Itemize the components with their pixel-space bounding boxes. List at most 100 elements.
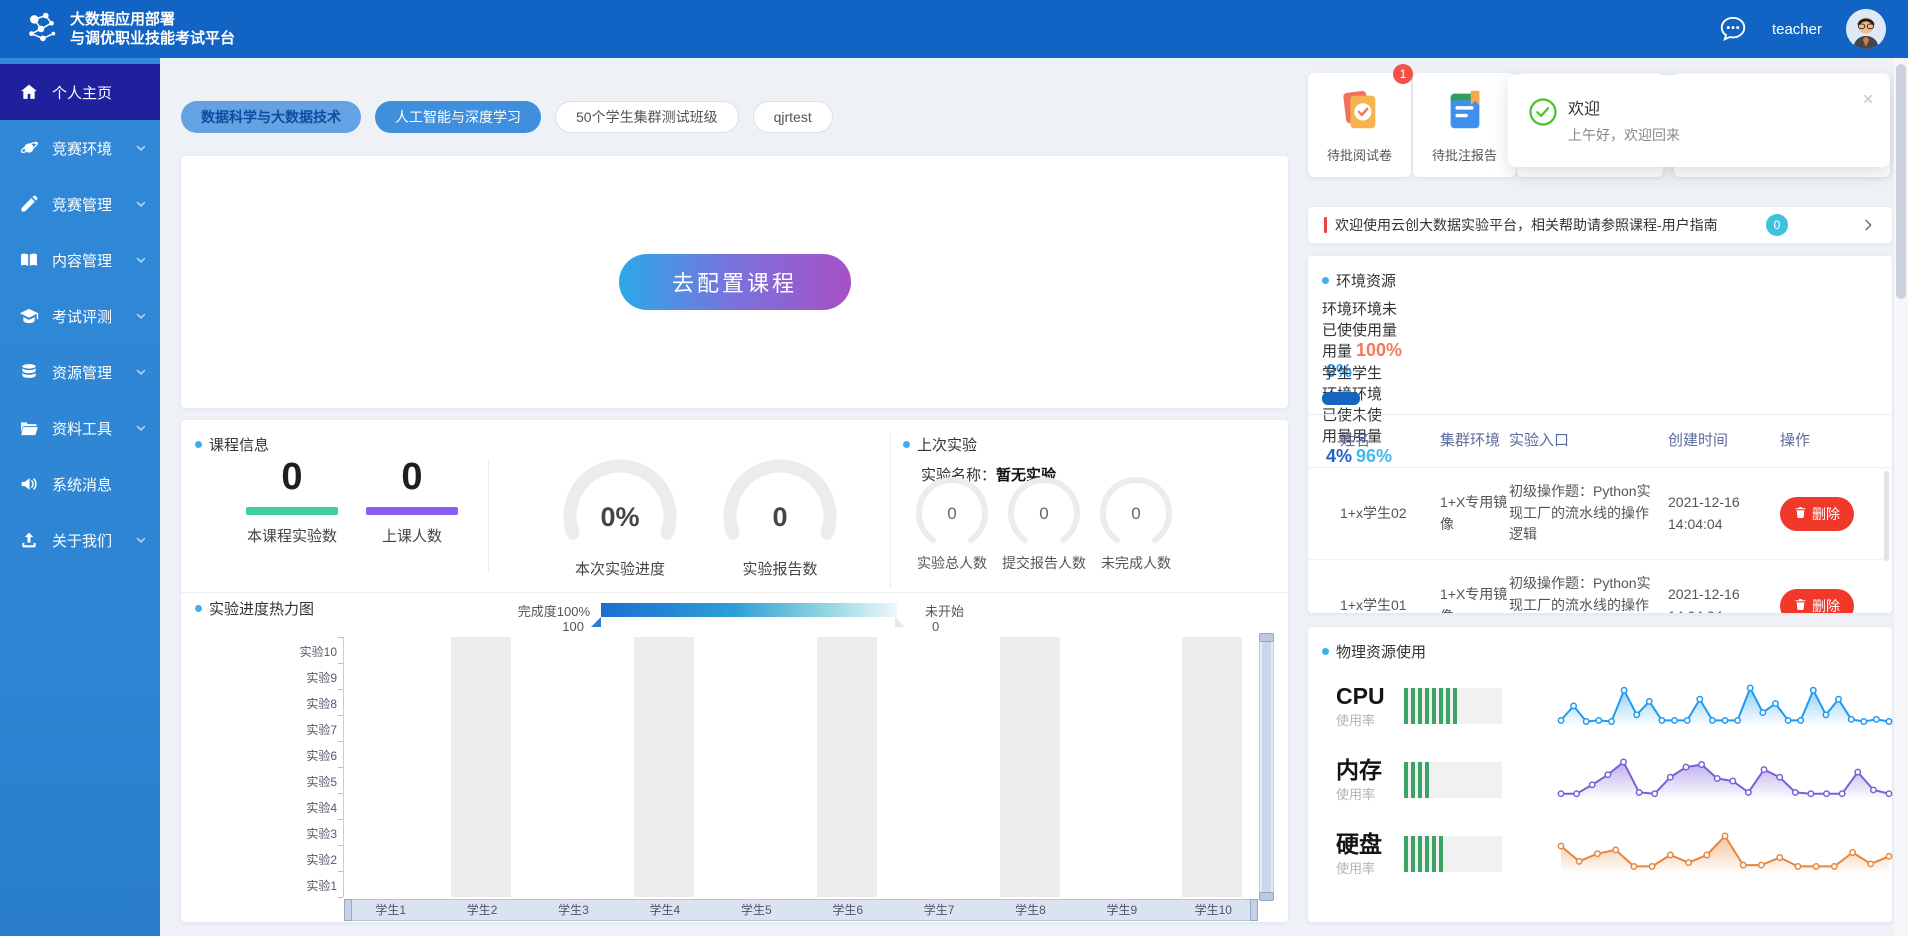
configure-course-button[interactable]: 去配置课程 [619, 254, 851, 310]
notice-badge: 0 [1766, 214, 1788, 236]
tab-class-1[interactable]: 人工智能与深度学习 [375, 101, 541, 133]
heatmap-plot [344, 637, 1258, 897]
sidebar-item-label: 关于我们 [52, 530, 112, 551]
colorbar-handle-min[interactable] [895, 617, 905, 627]
graduation-cap-icon [18, 305, 40, 327]
stat-value: 0 [352, 456, 472, 499]
delete-button[interactable]: 删除 [1780, 589, 1854, 613]
heatmap-colorbar[interactable] [601, 603, 897, 617]
env-free-label: 环境未使用量100% [1352, 298, 1402, 361]
env-free-value: 100% [1356, 340, 1402, 360]
report-icon [1442, 87, 1488, 138]
messages-icon[interactable] [1718, 14, 1748, 44]
app-title-line2: 与调优职业技能考试平台 [70, 29, 235, 49]
scrollbar-handle-right[interactable] [1250, 899, 1258, 921]
page-scrollbar-thumb[interactable] [1896, 64, 1906, 299]
sidebar-item-5[interactable]: 资源管理 [0, 344, 160, 400]
tab-class-0[interactable]: 数据科学与大数据技术 [181, 101, 361, 133]
heatmap-y-scrollbar[interactable] [1259, 637, 1274, 897]
tab-class-3[interactable]: qjrtest [753, 101, 833, 133]
quick-card-0[interactable]: 待批阅试卷 1 [1308, 73, 1411, 177]
sidebar-item-1[interactable]: 竞赛环境 [0, 120, 160, 176]
svg-text:0%: 0% [600, 502, 639, 532]
sidebar-item-3[interactable]: 内容管理 [0, 232, 160, 288]
heatmap-y-label: 实验5 [281, 773, 337, 790]
heatmap-column-stripe [1182, 637, 1242, 897]
home-icon [18, 81, 40, 103]
chevron-down-icon [134, 141, 148, 155]
table-header-cell[interactable]: 姓名 [1340, 431, 1440, 451]
cell-name: 1+x学生02 [1340, 503, 1440, 525]
sidebar-item-6[interactable]: 资料工具 [0, 400, 160, 456]
gauge-1: 0 实验报告数 [705, 456, 855, 579]
axis-tick [338, 767, 343, 768]
exam-icon [1337, 87, 1383, 138]
axis-tick [338, 689, 343, 690]
cell-env: 1+X专用镜像 [1440, 492, 1509, 535]
table-header-cell[interactable]: 实验入口 [1509, 431, 1668, 451]
env-resources-card: 环境资源 环境已使用量0% 环境未使用量100% 学生环境已使用量4% 学生环境… [1308, 256, 1892, 613]
scrollbar-handle-top[interactable] [1259, 633, 1274, 642]
heatmap-x-scrollbar[interactable]: 学生1学生2学生3学生4学生5学生6学生7学生8学生9学生10 [344, 899, 1258, 921]
resource-title: CPU [1336, 683, 1394, 709]
usage-gauge [1404, 762, 1502, 798]
sidebar-item-7[interactable]: 系统消息 [0, 456, 160, 512]
stat-label: 本课程实验数 [232, 525, 352, 546]
divider [488, 460, 489, 572]
cell-entry[interactable]: 初级操作题：Python实现工厂的流水线的操作逻辑 [1509, 573, 1668, 613]
env-progress-used [1322, 392, 1360, 405]
usage-gauge [1404, 688, 1502, 724]
cell-created: 2021-12-16 14:04:04 [1668, 584, 1780, 613]
close-icon[interactable]: ✕ [1862, 91, 1874, 108]
delete-button[interactable]: 删除 [1780, 497, 1854, 531]
divider [890, 432, 891, 588]
sidebar-item-label: 考试评测 [52, 306, 112, 327]
avatar[interactable] [1846, 9, 1886, 49]
sidebar-item-4[interactable]: 考试评测 [0, 288, 160, 344]
heatmap-legend-min-value: 0 [932, 619, 939, 634]
sidebar-item-8[interactable]: 关于我们 [0, 512, 160, 568]
heatmap-x-label: 学生10 [1168, 900, 1259, 920]
table-header-cell[interactable]: 操作 [1780, 431, 1892, 451]
quick-card-1[interactable]: 待批注报告 [1413, 73, 1516, 177]
quick-card-label: 待批阅试卷 [1327, 145, 1392, 164]
heatmap-y-label: 实验10 [281, 643, 337, 660]
heatmap-y-axis [343, 637, 344, 897]
table-header-cell[interactable]: 创建时间 [1668, 431, 1780, 451]
tab-class-2[interactable]: 50个学生集群测试班级 [555, 101, 739, 133]
table-scrollbar[interactable] [1884, 471, 1889, 561]
svg-text:0: 0 [1039, 504, 1048, 523]
physical-row-2: 硬盘 使用率 [1336, 823, 1894, 885]
gauge-label: 本次实验进度 [575, 558, 665, 579]
table-header-cell[interactable]: 集群环境 [1440, 431, 1509, 451]
resource-title: 硬盘 [1336, 831, 1394, 857]
scrollbar-thumb[interactable] [1262, 640, 1271, 894]
sidebar-item-2[interactable]: 竞赛管理 [0, 176, 160, 232]
heatmap-y-label: 实验8 [281, 695, 337, 712]
heatmap-legend-max-label: 完成度100% [431, 601, 590, 620]
stat-1: 0 上课人数 [352, 456, 472, 546]
scrollbar-handle-bottom[interactable] [1259, 892, 1274, 901]
chevron-down-icon [134, 309, 148, 323]
notice-accent [1324, 217, 1327, 233]
page-scrollbar[interactable] [1894, 58, 1908, 936]
sidebar-menu: 个人主页 竞赛环境 竞赛管理 内容管理 考试评测 资源管理 资料工具 系统消息 … [0, 58, 160, 936]
chevron-right-icon[interactable] [1860, 217, 1876, 233]
chevron-down-icon [134, 533, 148, 547]
axis-tick [338, 793, 343, 794]
sidebar-item-0[interactable]: 个人主页 [0, 64, 160, 120]
cell-entry[interactable]: 初级操作题：Python实现工厂的流水线的操作逻辑 [1509, 481, 1668, 546]
heatmap-x-label: 学生7 [893, 900, 984, 920]
usage-sparkline [1556, 752, 1894, 808]
heatmap-y-label: 实验7 [281, 721, 337, 738]
colorbar-handle-max[interactable] [591, 617, 601, 627]
upload-icon [18, 529, 40, 551]
notice-bar[interactable]: 欢迎使用云创大数据实验平台，相关帮助请参照课程-用户指南 0 [1308, 207, 1892, 243]
scrollbar-handle-left[interactable] [344, 899, 352, 921]
sidebar-item-label: 内容管理 [52, 250, 112, 271]
axis-tick [338, 897, 343, 898]
bullet-icon [903, 441, 910, 448]
folder-icon [18, 417, 40, 439]
app-logo-icon [22, 8, 60, 51]
sidebar-item-label: 资源管理 [52, 362, 112, 383]
